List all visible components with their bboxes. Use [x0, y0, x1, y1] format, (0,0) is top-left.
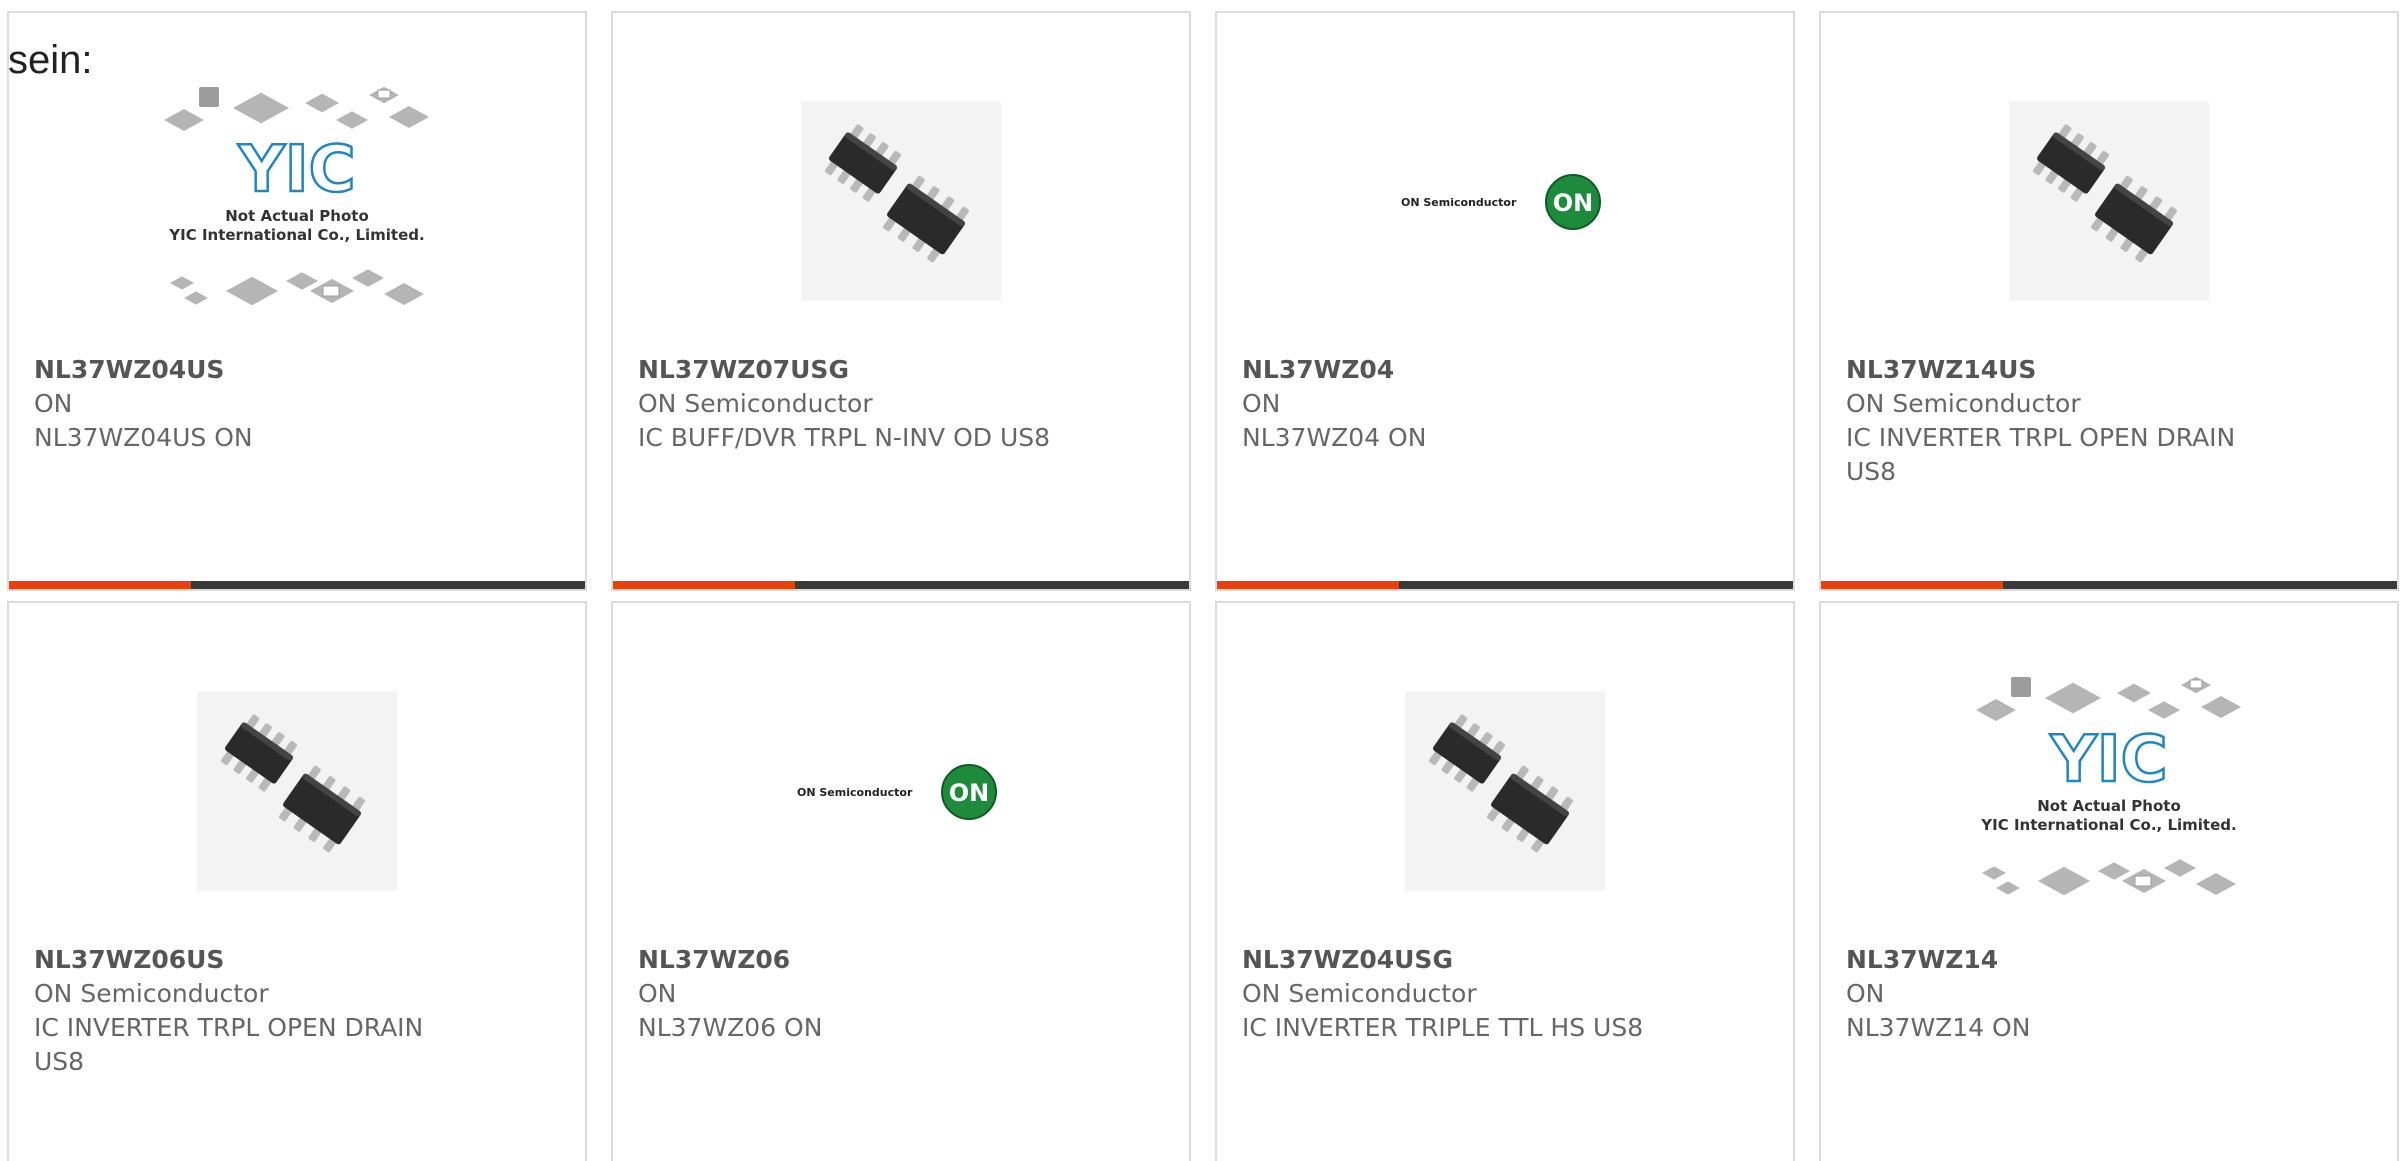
product-card[interactable]: NL37WZ07USG ON Semiconductor IC BUFF/DVR… — [611, 11, 1191, 591]
product-card[interactable]: NL37WZ04USG ON Semiconductor IC INVERTER… — [1215, 601, 1795, 1161]
card-bottom-bar — [1821, 581, 2397, 589]
product-card[interactable]: NL37WZ14US ON Semiconductor IC INVERTER … — [1819, 11, 2399, 591]
product-image[interactable]: YIC Not Actual Photo YIC International Co.… — [1821, 673, 2397, 908]
part-number[interactable]: NL37WZ04 — [1242, 353, 1662, 387]
product-info: NL37WZ06US ON Semiconductor IC INVERTER … — [34, 943, 454, 1079]
part-number[interactable]: NL37WZ06US — [34, 943, 454, 977]
manufacturer: ON Semiconductor — [1846, 389, 2081, 418]
product-image[interactable] — [1217, 673, 1793, 908]
product-image[interactable]: ON Semiconductor ON — [1217, 83, 1793, 318]
manufacturer: ON Semiconductor — [34, 979, 269, 1008]
card-bar-accent — [9, 581, 191, 589]
svg-text:ON: ON — [1553, 189, 1594, 217]
not-actual-photo-placeholder: YICNot Actual PhotoYIC International Co.… — [1976, 676, 2241, 896]
on-semiconductor-logo: ON Semiconductor ON — [1401, 173, 1601, 230]
svg-text:ON Semiconductor: ON Semiconductor — [1401, 196, 1517, 209]
product-description: IC INVERTER TRPL OPEN DRAIN US8 — [34, 1013, 424, 1076]
product-description: NL37WZ04US ON — [34, 423, 253, 452]
product-info: NL37WZ04USG ON Semiconductor IC INVERTER… — [1242, 943, 1662, 1045]
product-info: NL37WZ14US ON Semiconductor IC INVERTER … — [1846, 353, 2266, 489]
product-info: NL37WZ04US ON NL37WZ04US ON — [34, 353, 454, 455]
product-info: NL37WZ04 ON NL37WZ04 ON — [1242, 353, 1662, 455]
part-number[interactable]: NL37WZ07USG — [638, 353, 1058, 387]
svg-text:YIC: YIC — [237, 133, 355, 207]
product-card[interactable]: ON Semiconductor ON NL37WZ06 ON NL37WZ06 … — [611, 601, 1191, 1161]
product-grid: YIC Not Actual Photo YIC International Co.… — [7, 11, 2399, 1161]
card-bottom-bar — [9, 581, 585, 589]
product-description: NL37WZ14 ON — [1846, 1013, 2031, 1042]
product-card[interactable]: YIC Not Actual Photo YIC International Co.… — [1819, 601, 2399, 1161]
ic-chip-photo — [197, 690, 397, 891]
card-bottom-bar — [613, 581, 1189, 589]
svg-text:Not Actual Photo: Not Actual Photo — [2037, 797, 2181, 815]
card-bar-accent — [1821, 581, 2003, 589]
on-semiconductor-logo: ON Semiconductor ON — [797, 763, 997, 820]
product-image[interactable]: ON Semiconductor ON — [613, 673, 1189, 908]
lead-text: sein: — [8, 38, 93, 82]
product-image[interactable] — [9, 673, 585, 908]
card-bar-accent — [613, 581, 795, 589]
svg-text:Not Actual Photo: Not Actual Photo — [225, 207, 369, 225]
svg-text:ON Semiconductor: ON Semiconductor — [797, 786, 913, 799]
manufacturer: ON — [34, 389, 73, 418]
svg-text:ON: ON — [949, 779, 990, 807]
product-card[interactable]: YIC Not Actual Photo YIC International Co.… — [7, 11, 587, 591]
product-description: IC INVERTER TRIPLE TTL HS US8 — [1242, 1013, 1644, 1042]
card-bottom-bar — [1217, 581, 1793, 589]
part-number[interactable]: NL37WZ14 — [1846, 943, 2266, 977]
ic-chip-photo — [1405, 690, 1605, 891]
product-info: NL37WZ06 ON NL37WZ06 ON — [638, 943, 1058, 1045]
ic-chip-photo — [801, 100, 1001, 301]
product-description: NL37WZ06 ON — [638, 1013, 823, 1042]
product-card[interactable]: NL37WZ06US ON Semiconductor IC INVERTER … — [7, 601, 587, 1161]
product-info: NL37WZ14 ON NL37WZ14 ON — [1846, 943, 2266, 1045]
manufacturer: ON Semiconductor — [638, 389, 873, 418]
manufacturer: ON — [638, 979, 677, 1008]
svg-text:YIC International Co., Limited: YIC International Co., Limited. — [168, 226, 424, 244]
product-image[interactable] — [1821, 83, 2397, 318]
product-description: NL37WZ04 ON — [1242, 423, 1427, 452]
part-number[interactable]: NL37WZ14US — [1846, 353, 2266, 387]
product-image[interactable]: YIC Not Actual Photo YIC International Co.… — [9, 83, 585, 318]
manufacturer: ON — [1846, 979, 1885, 1008]
manufacturer: ON Semiconductor — [1242, 979, 1477, 1008]
product-description: IC BUFF/DVR TRPL N-INV OD US8 — [638, 423, 1051, 452]
product-image[interactable] — [613, 83, 1189, 318]
product-list-page: sein: YIC Not Actual Photo YIC Internation… — [0, 0, 2400, 1161]
not-actual-photo-placeholder: YICNot Actual PhotoYIC International Co.… — [164, 86, 429, 306]
svg-text:YIC International Co., Limited: YIC International Co., Limited. — [1980, 816, 2236, 834]
part-number[interactable]: NL37WZ04US — [34, 353, 454, 387]
card-bar-accent — [1217, 581, 1399, 589]
part-number[interactable]: NL37WZ04USG — [1242, 943, 1662, 977]
ic-chip-photo — [2009, 100, 2209, 301]
product-description: IC INVERTER TRPL OPEN DRAIN US8 — [1846, 423, 2236, 486]
product-card[interactable]: ON Semiconductor ON NL37WZ04 ON NL37WZ04 … — [1215, 11, 1795, 591]
product-info: NL37WZ07USG ON Semiconductor IC BUFF/DVR… — [638, 353, 1058, 455]
svg-text:YIC: YIC — [2049, 723, 2167, 797]
part-number[interactable]: NL37WZ06 — [638, 943, 1058, 977]
manufacturer: ON — [1242, 389, 1281, 418]
